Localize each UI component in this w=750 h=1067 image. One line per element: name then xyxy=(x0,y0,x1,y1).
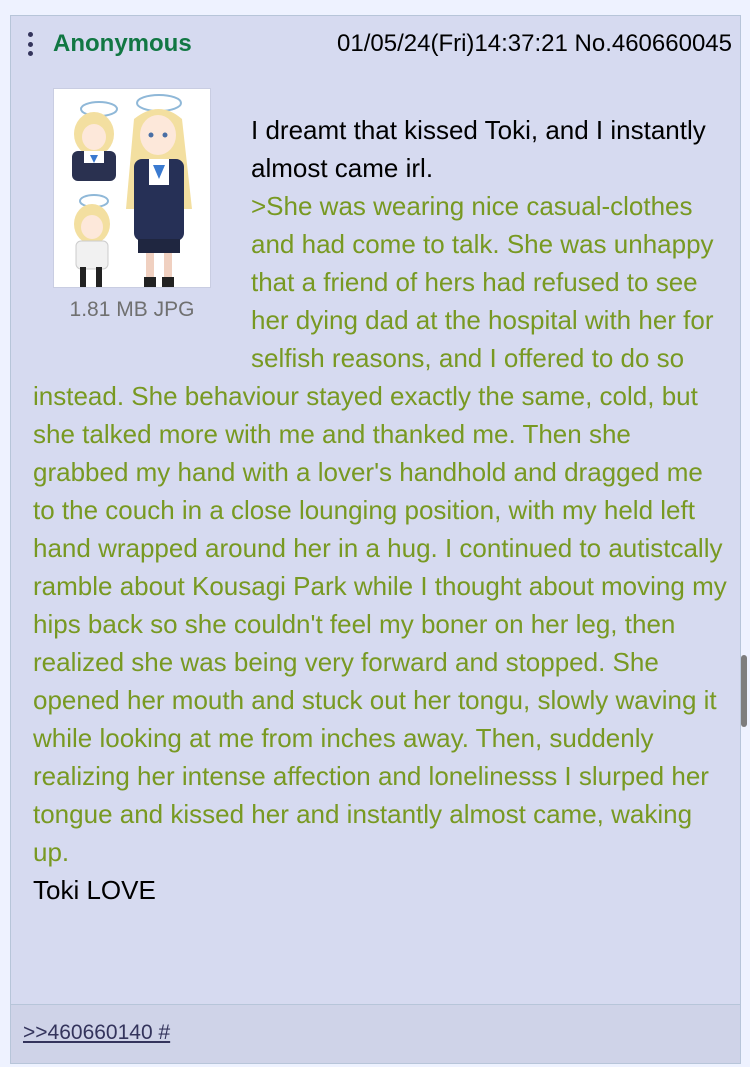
message-closing: Toki LOVE xyxy=(33,875,156,905)
post-datetime: 01/05/24(Fri)14:37:21 xyxy=(337,30,568,57)
scrollbar-thumb[interactable] xyxy=(741,655,747,727)
backlink-reply[interactable]: >>460660140 # xyxy=(23,1021,170,1045)
post-menu-icon[interactable] xyxy=(27,32,33,56)
post-header: Anonymous 01/05/24(Fri)14:37:21 No.46066… xyxy=(11,16,740,72)
post-meta: 01/05/24(Fri)14:37:21 No.460660045 xyxy=(337,30,732,58)
thumbnail-spacer xyxy=(33,111,251,345)
post-message: I dreamt that kissed Toki, and I instant… xyxy=(33,111,727,909)
post-reply: Anonymous 01/05/24(Fri)14:37:21 No.46066… xyxy=(10,15,741,1064)
poster-name: Anonymous xyxy=(53,30,192,57)
post-number-link[interactable]: No.460660045 xyxy=(575,30,732,57)
post-footer: >>460660140 # xyxy=(11,1004,740,1063)
